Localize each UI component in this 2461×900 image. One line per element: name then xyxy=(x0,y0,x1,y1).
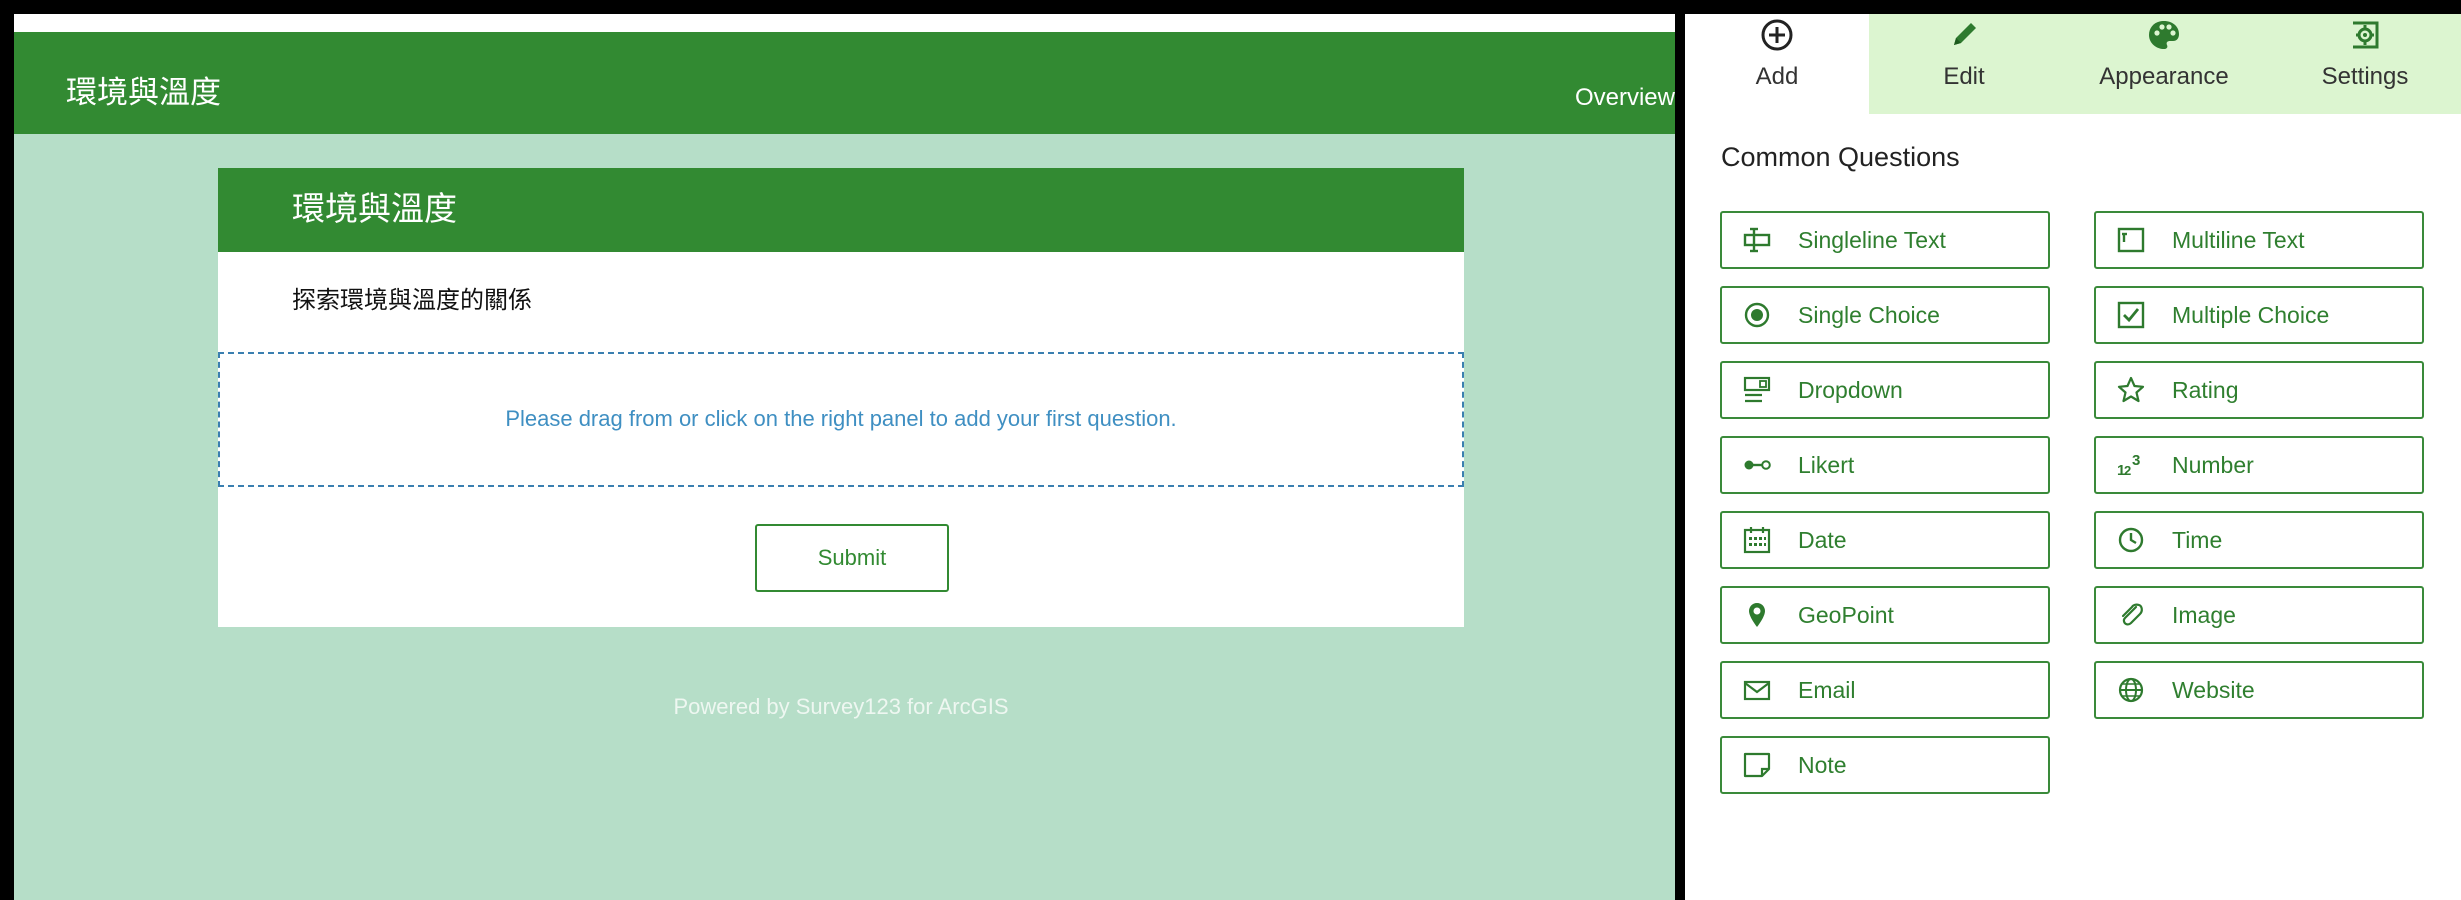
question-label: Date xyxy=(1798,526,1847,553)
question-singleline-text[interactable]: Singleline Text xyxy=(1720,211,2050,269)
multiline-text-icon xyxy=(2117,227,2145,253)
checkbox-icon xyxy=(2117,301,2145,329)
question-drop-zone[interactable]: Please drag from or click on the right p… xyxy=(218,352,1464,487)
question-geopoint[interactable]: GeoPoint xyxy=(1720,586,2050,644)
panel-divider xyxy=(1675,14,1685,900)
app-header: 環境與溫度 Overview xyxy=(14,32,1675,134)
question-note[interactable]: Note xyxy=(1720,736,2050,794)
question-single-choice[interactable]: Single Choice xyxy=(1720,286,2050,344)
tab-appearance[interactable]: Appearance xyxy=(2059,14,2269,114)
tab-settings-label: Settings xyxy=(2321,63,2409,90)
survey-preview: 環境與溫度 Overview 環境與溫度 探索環境與溫度的關係 Please d… xyxy=(14,14,1675,900)
submit-button[interactable]: Submit xyxy=(755,524,949,592)
settings-gear-icon xyxy=(2353,21,2379,49)
question-image[interactable]: Image xyxy=(2094,586,2424,644)
svg-text:3: 3 xyxy=(2132,452,2140,469)
question-label: GeoPoint xyxy=(1798,601,1894,628)
question-time[interactable]: Time xyxy=(2094,511,2424,569)
likert-icon xyxy=(1744,460,1771,470)
tab-add[interactable]: Add xyxy=(1685,14,1869,114)
map-pin-icon xyxy=(1749,603,1765,627)
panel-tabs: Add Edit Appearance Settings xyxy=(1685,14,2461,114)
palette-icon xyxy=(2149,21,2179,49)
tab-appearance-label: Appearance xyxy=(2099,63,2229,90)
dropdown-icon xyxy=(1743,376,1771,403)
note-icon xyxy=(1743,752,1771,778)
pencil-icon xyxy=(1954,23,1976,45)
tab-add-label: Add xyxy=(1755,63,1799,90)
top-strip xyxy=(14,14,1675,32)
question-label: Email xyxy=(1798,676,1856,703)
question-email[interactable]: Email xyxy=(1720,661,2050,719)
star-icon xyxy=(2117,376,2145,403)
tab-edit-label: Edit xyxy=(1943,63,1985,90)
survey-description[interactable]: 探索環境與溫度的關係 xyxy=(292,288,532,312)
envelope-icon xyxy=(1743,680,1771,701)
survey-header: 環境與溫度 xyxy=(218,168,1464,252)
number-icon: 1 2 3 xyxy=(2117,452,2140,479)
survey-title[interactable]: 環境與溫度 xyxy=(292,192,457,225)
question-date[interactable]: Date xyxy=(1720,511,2050,569)
app-title: 環境與溫度 xyxy=(66,75,221,111)
question-label: Multiline Text xyxy=(2172,226,2305,253)
question-number[interactable]: 1 2 3 Number xyxy=(2094,436,2424,494)
question-label: Dropdown xyxy=(1798,376,1903,403)
question-label: Singleline Text xyxy=(1798,226,1946,253)
tab-settings[interactable]: Settings xyxy=(2269,14,2461,114)
question-multiple-choice[interactable]: Multiple Choice xyxy=(2094,286,2424,344)
question-dropdown[interactable]: Dropdown xyxy=(1720,361,2050,419)
svg-text:2: 2 xyxy=(2124,463,2131,478)
question-rating[interactable]: Rating xyxy=(2094,361,2424,419)
question-multiline-text[interactable]: Multiline Text xyxy=(2094,211,2424,269)
common-questions-heading: Common Questions xyxy=(1721,142,1960,172)
builder-panel: Add Edit Appearance Settings Common Ques… xyxy=(1685,14,2461,900)
globe-icon xyxy=(2118,677,2144,703)
question-label: Number xyxy=(2172,451,2254,478)
question-label: Website xyxy=(2172,676,2255,703)
calendar-icon xyxy=(1743,527,1771,554)
question-likert[interactable]: Likert xyxy=(1720,436,2050,494)
question-website[interactable]: Website xyxy=(2094,661,2424,719)
question-label: Note xyxy=(1798,751,1847,778)
plus-circle-icon xyxy=(1761,19,1793,51)
question-label: Rating xyxy=(2172,376,2239,403)
paperclip-icon xyxy=(2121,603,2143,626)
overview-link[interactable]: Overview xyxy=(1575,86,1675,110)
question-label: Single Choice xyxy=(1798,301,1940,328)
question-label: Likert xyxy=(1798,451,1855,478)
powered-by-footer: Powered by Survey123 for ArcGIS xyxy=(673,694,1009,719)
question-label: Time xyxy=(2172,526,2223,553)
tab-edit[interactable]: Edit xyxy=(1869,14,2059,114)
radio-icon xyxy=(1744,302,1770,328)
question-label: Image xyxy=(2172,601,2236,628)
survey-card: 環境與溫度 探索環境與溫度的關係 Please drag from or cli… xyxy=(218,168,1464,627)
drop-hint: Please drag from or click on the right p… xyxy=(505,406,1177,431)
question-label: Multiple Choice xyxy=(2172,301,2330,328)
singleline-text-icon xyxy=(1743,227,1771,253)
clock-icon xyxy=(2118,527,2144,553)
